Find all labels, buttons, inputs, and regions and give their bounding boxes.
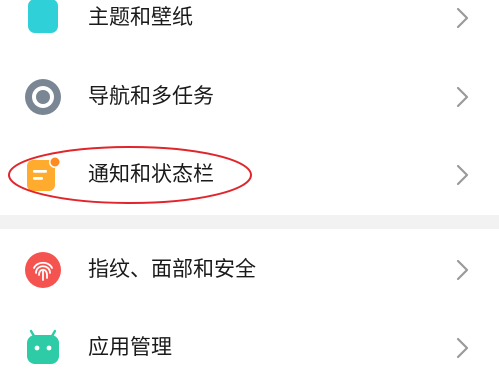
chevron-right-icon <box>456 337 469 359</box>
settings-item-label: 主题和壁纸 <box>88 5 193 29</box>
settings-item-label: 导航和多任务 <box>88 84 214 108</box>
notification-icon <box>27 156 61 191</box>
settings-item-label: 通知和状态栏 <box>88 162 214 186</box>
settings-item-navigation[interactable]: 导航和多任务 <box>0 67 499 127</box>
theme-shirt-icon <box>28 0 58 33</box>
settings-item-theme[interactable]: 主题和壁纸 <box>0 0 499 48</box>
chevron-right-icon <box>456 164 469 186</box>
chevron-right-icon <box>456 7 469 29</box>
navigation-circle-icon <box>25 79 61 115</box>
section-divider <box>0 215 499 229</box>
android-app-icon <box>27 329 59 364</box>
settings-item-label: 指纹、面部和安全 <box>88 257 256 281</box>
chevron-right-icon <box>456 259 469 281</box>
settings-item-security[interactable]: 指纹、面部和安全 <box>0 240 499 300</box>
fingerprint-icon <box>25 252 61 288</box>
settings-item-notifications[interactable]: 通知和状态栏 <box>0 145 499 205</box>
chevron-right-icon <box>456 86 469 108</box>
settings-item-label: 应用管理 <box>88 335 172 359</box>
settings-item-apps[interactable]: 应用管理 <box>0 318 499 378</box>
